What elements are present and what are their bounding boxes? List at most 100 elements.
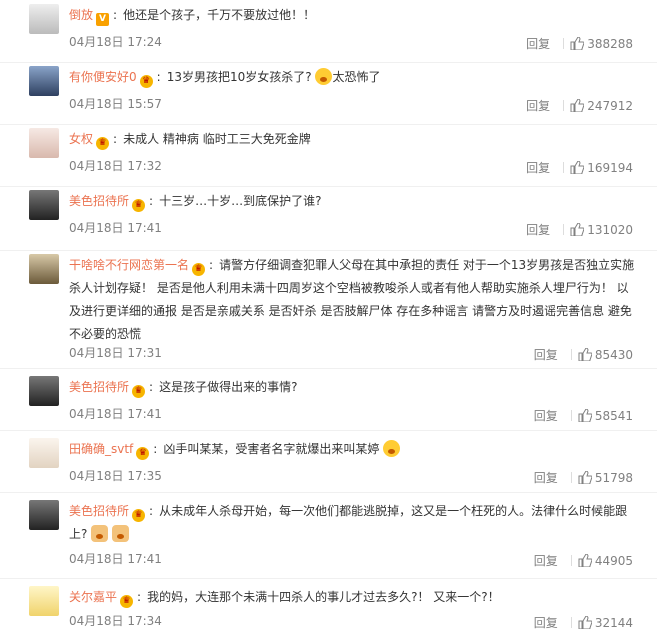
comment-time: 04月18日 17:35 <box>69 469 162 483</box>
comment-text: 凶手叫某某，受害者名字就爆出来叫某婷 <box>163 442 380 456</box>
thumbs-up-icon <box>570 223 585 236</box>
comment-time: 04月18日 17:41 <box>69 407 162 421</box>
like-count: 247912 <box>587 99 633 113</box>
comment-item: 倒放 V: 他还是个孩子，千万不要放过他！！ 04月18日 17:24 回复 3882… <box>0 4 657 63</box>
reply-button[interactable]: 回复 <box>526 99 550 113</box>
comment-list: 倒放 V: 他还是个孩子，千万不要放过他！！ 04月18日 17:24 回复 3882… <box>0 0 657 633</box>
comment-content: 美色招待所 ♛: 这是孩子做得出来的事情? <box>69 380 298 398</box>
username-link[interactable]: 美色招待所 <box>69 380 129 394</box>
reply-button[interactable]: 回复 <box>534 616 558 630</box>
comment-content: 田确确_svtf ♛: 凶手叫某某，受害者名字就爆出来叫某婷 <box>69 438 637 461</box>
avatar[interactable] <box>29 4 59 34</box>
crown-badge-icon: ♛ <box>139 75 153 88</box>
crown-badge-icon: ♛ <box>120 595 134 608</box>
avatar[interactable] <box>29 376 59 406</box>
comment-content: 有你便安好0 ♛:13岁男孩把10岁女孩杀了? 太恐怖了 <box>69 68 381 88</box>
comment-text: 这是孩子做得出来的事情? <box>159 380 298 394</box>
comment-actions: 回复 44905 <box>534 552 633 569</box>
cat-emoji-icon <box>91 525 109 542</box>
like-button[interactable]: 169194 <box>570 161 633 175</box>
comment-item: 美色招待所 ♛: 从未成年人杀母开始，每一次他们都能逃脱掉，这又是一个枉死的人。法律… <box>0 500 657 579</box>
comment-time: 04月18日 17:32 <box>69 159 162 173</box>
like-button[interactable]: 32144 <box>578 616 633 630</box>
thumbs-up-icon <box>570 37 585 50</box>
comment-text: 13岁男孩把10岁女孩杀了? <box>166 70 312 84</box>
thumbs-up-icon <box>578 554 592 567</box>
comment-content: 倒放 V: 他还是个孩子，千万不要放过他！！ <box>69 8 316 26</box>
like-count: 44905 <box>594 554 633 568</box>
like-button[interactable]: 247912 <box>570 99 633 113</box>
username-link[interactable]: 美色招待所 <box>69 504 129 518</box>
avatar[interactable] <box>29 190 59 220</box>
username-link[interactable]: 田确确_svtf <box>69 442 133 456</box>
username-link[interactable]: 美色招待所 <box>69 194 129 208</box>
comment-item: 女权 ♛: 未成人 精神病 临时工三大免死金牌 04月18日 17:32 回复 169… <box>0 128 657 187</box>
crown-badge-icon: ♛ <box>132 199 146 212</box>
verified-icon: V <box>96 13 110 26</box>
comment-text-tail: 太恐怖了 <box>332 70 381 84</box>
like-button[interactable]: 388288 <box>570 37 633 51</box>
avatar[interactable] <box>29 66 59 96</box>
comment-time: 04月18日 17:31 <box>69 346 162 360</box>
reply-button[interactable]: 回复 <box>534 471 558 485</box>
like-button[interactable]: 44905 <box>578 554 633 568</box>
username-link[interactable]: 干啥啥不行网恋第一名 <box>69 258 189 272</box>
avatar[interactable] <box>29 128 59 158</box>
comment-actions: 回复 32144 <box>534 614 633 631</box>
crying-emoji-icon <box>383 440 401 457</box>
crown-badge-icon: ♛ <box>192 263 206 276</box>
like-count: 131020 <box>587 223 633 237</box>
comment-actions: 回复 169194 <box>526 159 633 176</box>
reply-button[interactable]: 回复 <box>526 161 550 175</box>
avatar[interactable] <box>29 438 59 468</box>
comment-item: 有你便安好0 ♛:13岁男孩把10岁女孩杀了? 太恐怖了 04月18日 15:57… <box>0 66 657 125</box>
crown-badge-icon: ♛ <box>96 137 110 150</box>
thumbs-up-icon <box>578 471 592 484</box>
comment-actions: 回复 58541 <box>534 407 633 424</box>
avatar[interactable] <box>29 254 59 284</box>
comment-content: 关尔嘉平 ♛: 我的妈，大连那个未满十四杀人的事儿才过去多久?！ 又来一个?！ <box>69 590 500 608</box>
comment-item: 关尔嘉平 ♛: 我的妈，大连那个未满十四杀人的事儿才过去多久?！ 又来一个?！ 04… <box>0 586 657 632</box>
comment-actions: 回复 51798 <box>534 469 633 486</box>
comment-content: 女权 ♛: 未成人 精神病 临时工三大免死金牌 <box>69 132 311 150</box>
comment-text: 他还是个孩子，千万不要放过他！！ <box>123 8 316 22</box>
comment-item: 美色招待所 ♛: 这是孩子做得出来的事情? 04月18日 17:41 回复 58541 <box>0 376 657 431</box>
avatar[interactable] <box>29 500 59 530</box>
like-count: 32144 <box>594 616 633 630</box>
username-link[interactable]: 倒放 <box>69 8 93 22</box>
reply-button[interactable]: 回复 <box>534 409 558 423</box>
comment-item: 干啥啥不行网恋第一名 ♛: 请警方仔细调查犯罪人父母在其中承担的责任 对于一个13岁… <box>0 254 657 369</box>
reply-button[interactable]: 回复 <box>534 554 558 568</box>
thumbs-up-icon <box>578 348 592 361</box>
comment-text: 我的妈，大连那个未满十四杀人的事儿才过去多久?！ 又来一个?！ <box>147 590 500 604</box>
username-link[interactable]: 关尔嘉平 <box>69 590 117 604</box>
reply-button[interactable]: 回复 <box>526 37 550 51</box>
comment-time: 04月18日 17:34 <box>69 614 162 628</box>
thumbs-up-icon <box>570 99 585 112</box>
username-link[interactable]: 有你便安好0 <box>69 70 137 84</box>
like-count: 51798 <box>594 471 633 485</box>
comment-content: 美色招待所 ♛: 十三岁…十岁…到底保护了谁? <box>69 194 322 212</box>
like-button[interactable]: 131020 <box>570 223 633 237</box>
crown-badge-icon: ♛ <box>132 385 146 398</box>
like-count: 388288 <box>587 37 633 51</box>
username-link[interactable]: 女权 <box>69 132 93 146</box>
avatar[interactable] <box>29 586 59 616</box>
comment-text: 十三岁…十岁…到底保护了谁? <box>159 194 322 208</box>
like-count: 85430 <box>594 348 633 362</box>
comment-item: 田确确_svtf ♛: 凶手叫某某，受害者名字就爆出来叫某婷 04月18日 17:3… <box>0 438 657 493</box>
comment-actions: 回复 85430 <box>534 346 633 363</box>
comment-content: 美色招待所 ♛: 从未成年人杀母开始，每一次他们都能逃脱掉，这又是一个枉死的人。法律… <box>69 504 628 542</box>
reply-button[interactable]: 回复 <box>526 223 550 237</box>
like-button[interactable]: 51798 <box>578 471 633 485</box>
comment-actions: 回复 131020 <box>526 221 633 238</box>
shocked-emoji-icon <box>315 68 333 85</box>
like-button[interactable]: 58541 <box>578 409 633 423</box>
comment-text: 未成人 精神病 临时工三大免死金牌 <box>123 132 311 146</box>
like-button[interactable]: 85430 <box>578 348 633 362</box>
comment-actions: 回复 388288 <box>526 35 633 52</box>
comment-actions: 回复 247912 <box>526 97 633 114</box>
comment-time: 04月18日 17:24 <box>69 35 162 49</box>
thumbs-up-icon <box>578 409 592 422</box>
reply-button[interactable]: 回复 <box>534 348 558 362</box>
